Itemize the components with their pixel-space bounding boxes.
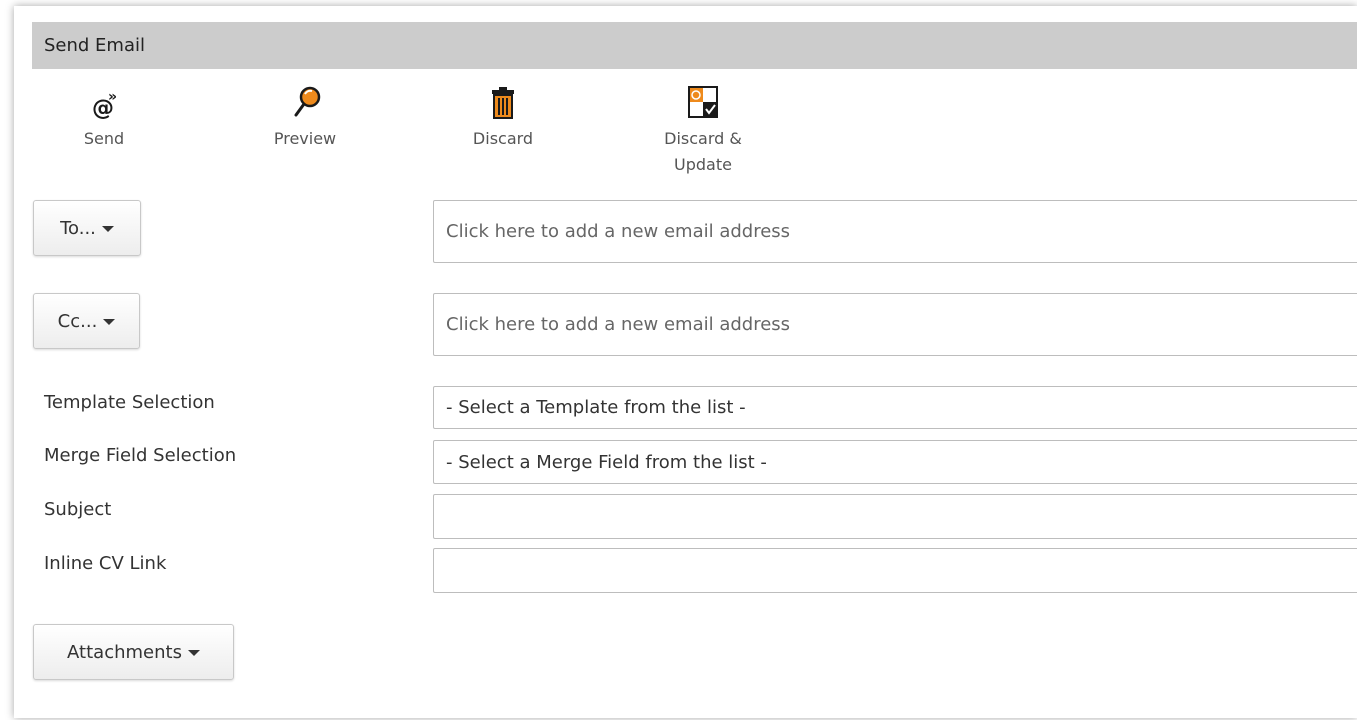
to-button-label: To... — [60, 217, 96, 239]
preview-button[interactable]: Preview — [250, 80, 360, 152]
attachments-dropdown-button[interactable]: Attachments — [33, 624, 234, 680]
at-send-icon: @ » — [49, 84, 159, 126]
merge-field-select[interactable]: - Select a Merge Field from the list - — [433, 440, 1357, 484]
cc-dropdown-button[interactable]: Cc... — [33, 293, 140, 349]
cc-button-label: Cc... — [57, 310, 98, 332]
send-label: Send — [83, 129, 125, 148]
attachments-button-label: Attachments — [67, 641, 182, 663]
magnifier-icon — [250, 84, 360, 126]
template-select-value: - Select a Template from the list - — [446, 397, 746, 418]
discard-button[interactable]: Discard — [448, 80, 558, 152]
to-dropdown-button[interactable]: To... — [33, 200, 141, 256]
chevron-down-icon — [103, 319, 116, 325]
trash-icon — [448, 84, 558, 126]
discard-update-button[interactable]: Discard & Update — [648, 80, 758, 178]
to-email-field[interactable]: Click here to add a new email address — [433, 200, 1357, 263]
subject-label: Subject — [44, 499, 112, 520]
discard-label: Discard — [472, 129, 534, 148]
cc-email-placeholder: Click here to add a new email address — [446, 314, 791, 335]
cc-email-field[interactable]: Click here to add a new email address — [433, 293, 1357, 356]
send-button[interactable]: @ » Send — [49, 80, 159, 152]
svg-text:»: » — [108, 89, 117, 105]
chevron-down-icon — [187, 650, 200, 656]
to-email-placeholder: Click here to add a new email address — [446, 221, 791, 242]
merge-field-selection-label: Merge Field Selection — [44, 445, 237, 466]
chevron-down-icon — [101, 226, 114, 232]
discard-update-label-line1: Discard & — [664, 129, 742, 148]
send-email-window: Send Email @ » Send Preview Discard Disc… — [14, 6, 1357, 718]
discard-update-label-line2: Update — [674, 155, 732, 174]
subject-input[interactable] — [433, 494, 1357, 539]
inline-cv-link-input[interactable] — [433, 548, 1357, 593]
preview-label: Preview — [273, 129, 337, 148]
panel-title: Send Email — [32, 22, 1357, 69]
inline-cv-link-label: Inline CV Link — [44, 553, 167, 574]
template-select[interactable]: - Select a Template from the list - — [433, 386, 1357, 429]
discard-update-icon — [648, 84, 758, 126]
template-selection-label: Template Selection — [44, 392, 215, 413]
merge-field-select-value: - Select a Merge Field from the list - — [446, 451, 767, 473]
